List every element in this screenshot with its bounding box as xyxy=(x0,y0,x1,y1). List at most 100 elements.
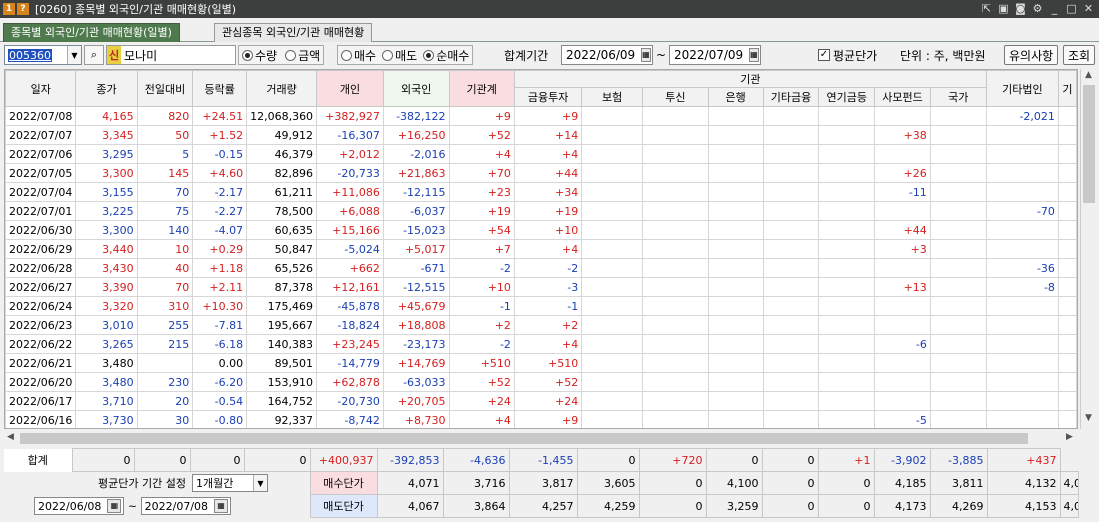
window-badge-help[interactable]: ? xyxy=(17,3,29,15)
avg-period-select[interactable]: 1개월간 ▼ xyxy=(192,474,268,493)
table-row[interactable]: 2022/07/04 3,155 70 -2.17 61,211 +11,086 -12,1… xyxy=(5,182,1077,202)
cell-bank xyxy=(707,182,764,202)
total-cell: -3,885 xyxy=(929,448,988,472)
horizontal-scroll-thumb[interactable] xyxy=(20,433,1028,444)
vertical-scrollbar[interactable]: ▲ ▼ xyxy=(1080,69,1096,429)
header-next[interactable]: 기 xyxy=(1057,70,1077,107)
date-to-input[interactable]: 2022/07/09 ▦ xyxy=(669,45,761,65)
search-button[interactable]: ⌕ xyxy=(84,45,104,65)
cell-inst: +9 xyxy=(448,106,515,126)
radio-buy[interactable] xyxy=(341,49,352,61)
table-row[interactable]: 2022/06/24 3,320 310 +10.30 175,469 -45,878 +4… xyxy=(5,296,1077,316)
header-bank[interactable]: 은행 xyxy=(707,87,764,107)
cell-ins xyxy=(581,410,644,428)
table-row[interactable]: 2022/07/08 4,165 820 +24.51 12,068,360 +382,9… xyxy=(5,106,1077,126)
minimize-icon[interactable]: _ xyxy=(1048,2,1061,15)
buy-price-cell: 3,716 xyxy=(442,471,510,495)
gear-icon[interactable]: ⚙ xyxy=(1031,2,1044,15)
header-individual[interactable]: 개인 xyxy=(316,70,384,107)
avg-date-to[interactable]: 2022/07/08 ▦ xyxy=(140,497,232,515)
chevron-down-icon[interactable]: ▼ xyxy=(253,475,267,492)
radio-amount[interactable] xyxy=(285,49,297,61)
close-icon[interactable]: ✕ xyxy=(1082,2,1095,15)
header-change[interactable]: 전일대비 xyxy=(136,70,194,107)
table-row[interactable]: 2022/06/20 3,480 230 -6.20 153,910 +62,878 -63… xyxy=(5,372,1077,392)
scroll-right-icon[interactable]: ▶ xyxy=(1066,432,1073,442)
table-row[interactable]: 2022/06/22 3,265 215 -6.18 140,383 +23,245 -23… xyxy=(5,334,1077,354)
table-row[interactable]: 2022/07/07 3,345 50 +1.52 49,912 -16,307 +16,2… xyxy=(5,125,1077,145)
table-row[interactable]: 2022/06/21 3,480 0.00 89,501 -14,779 +14,769 +… xyxy=(5,353,1077,373)
calendar-icon[interactable]: ▦ xyxy=(641,48,651,62)
cell-vol: 89,501 xyxy=(246,353,318,373)
header-trust[interactable]: 투신 xyxy=(642,87,709,107)
cell-date: 2022/07/04 xyxy=(5,182,77,202)
date-from-input[interactable]: 2022/06/09 ▦ xyxy=(561,45,653,65)
header-rate[interactable]: 등락률 xyxy=(192,70,248,107)
table-row[interactable]: 2022/07/01 3,225 75 -2.27 78,500 +6,088 -6,037… xyxy=(5,201,1077,221)
cell-ins xyxy=(581,125,644,145)
header-volume[interactable]: 거래량 xyxy=(246,70,318,107)
cell-fin: +9 xyxy=(513,106,583,126)
cell-vol: 140,383 xyxy=(246,334,318,354)
camera-icon[interactable]: ◙ xyxy=(1014,2,1027,15)
maximize-icon[interactable]: □ xyxy=(1065,2,1078,15)
radio-sell[interactable] xyxy=(382,49,394,61)
avg-date-from[interactable]: 2022/06/08 ▦ xyxy=(34,497,125,515)
cell-ind: +382,927 xyxy=(316,106,384,126)
link-icon[interactable]: ⇱ xyxy=(980,2,993,15)
header-private-equity[interactable]: 사모펀드 xyxy=(874,87,931,107)
radio-net-buy[interactable] xyxy=(423,49,435,61)
cell-fin: +510 xyxy=(513,353,583,373)
avg-date-to-value: 2022/07/08 xyxy=(144,499,209,513)
calendar-icon[interactable]: ▦ xyxy=(214,499,229,513)
table-row[interactable]: 2022/07/05 3,300 145 +4.60 82,896 -20,733 +21,… xyxy=(5,163,1077,183)
header-nation[interactable]: 국가 xyxy=(929,87,987,107)
table-row[interactable]: 2022/06/17 3,710 20 -0.54 164,752 -20,730 +20,… xyxy=(5,391,1077,411)
header-insurance[interactable]: 보험 xyxy=(581,87,644,107)
vertical-scroll-thumb[interactable] xyxy=(1083,85,1095,203)
tab-watchlist-trading[interactable]: 관심종목 외국인/기관 매매현황 xyxy=(214,23,373,42)
table-row[interactable]: 2022/06/28 3,430 40 +1.18 65,526 +662 -671 -2 -2… xyxy=(5,258,1077,278)
header-institution-total[interactable]: 기관계 xyxy=(448,70,515,107)
notice-button[interactable]: 유의사항 xyxy=(1004,45,1059,65)
cell-rate: +0.29 xyxy=(192,239,248,259)
cell-pension xyxy=(818,144,876,164)
header-etc-corp[interactable]: 기타법인 xyxy=(985,70,1059,107)
stock-code-input[interactable]: 005360 ▼ xyxy=(4,45,82,65)
header-close[interactable]: 종가 xyxy=(75,70,138,107)
cell-date: 2022/07/05 xyxy=(5,163,77,183)
radio-quantity[interactable] xyxy=(242,49,253,61)
calendar-icon[interactable]: ▦ xyxy=(107,499,122,513)
cell-next xyxy=(1057,163,1077,183)
table-row[interactable]: 2022/06/30 3,300 140 -4.07 60,635 +15,166 -15,… xyxy=(5,220,1077,240)
table-row[interactable]: 2022/06/23 3,010 255 -7.81 195,667 -18,824 +18… xyxy=(5,315,1077,335)
query-button[interactable]: 조회 xyxy=(1063,45,1096,65)
table-row[interactable]: 2022/07/06 3,295 5 -0.15 46,379 +2,012 -2,016 +… xyxy=(5,144,1077,164)
header-date[interactable]: 일자 xyxy=(5,70,77,107)
horizontal-scrollbar[interactable]: ◀ ▶ xyxy=(4,430,1078,446)
table-row[interactable]: 2022/06/16 3,730 30 -0.80 92,337 -8,742 +8,730… xyxy=(5,410,1077,428)
chevron-down-icon[interactable]: ▼ xyxy=(67,46,81,64)
calendar-icon[interactable]: ▦ xyxy=(749,48,759,62)
header-etc-finance[interactable]: 기타금융 xyxy=(762,87,820,107)
header-foreign[interactable]: 외국인 xyxy=(382,70,450,107)
header-pension[interactable]: 연기금등 xyxy=(818,87,876,107)
cell-chg: 75 xyxy=(136,201,194,221)
sell-price-cell: 4,046 xyxy=(1059,494,1079,518)
scroll-left-icon[interactable]: ◀ xyxy=(7,432,14,442)
cell-inst: +70 xyxy=(448,163,515,183)
table-row[interactable]: 2022/06/29 3,440 10 +0.29 50,847 -5,024 +5,017… xyxy=(5,239,1077,259)
cell-rate: -0.80 xyxy=(192,410,248,428)
cell-ind: -14,779 xyxy=(316,353,384,373)
cell-trust xyxy=(642,410,709,428)
scroll-down-icon[interactable]: ▼ xyxy=(1085,413,1092,423)
trading-table: 일자 종가 전일대비 등락률 거래량 개인 외국인 기관계 기관 기타법인 기 … xyxy=(5,70,1077,428)
table-row[interactable]: 2022/06/27 3,390 70 +2.11 87,378 +12,161 -12,5… xyxy=(5,277,1077,297)
cell-ind: +662 xyxy=(316,258,384,278)
tab-daily-trading[interactable]: 종목별 외국인/기관 매매현황(일별) xyxy=(3,23,180,42)
cell-pe: -6 xyxy=(874,334,931,354)
header-financial-investment[interactable]: 금융투자 xyxy=(513,87,583,107)
avg-price-checkbox[interactable]: ✓ 평균단가 xyxy=(818,45,877,65)
settings-icon[interactable]: ▣ xyxy=(997,2,1010,15)
scroll-up-icon[interactable]: ▲ xyxy=(1085,70,1092,80)
